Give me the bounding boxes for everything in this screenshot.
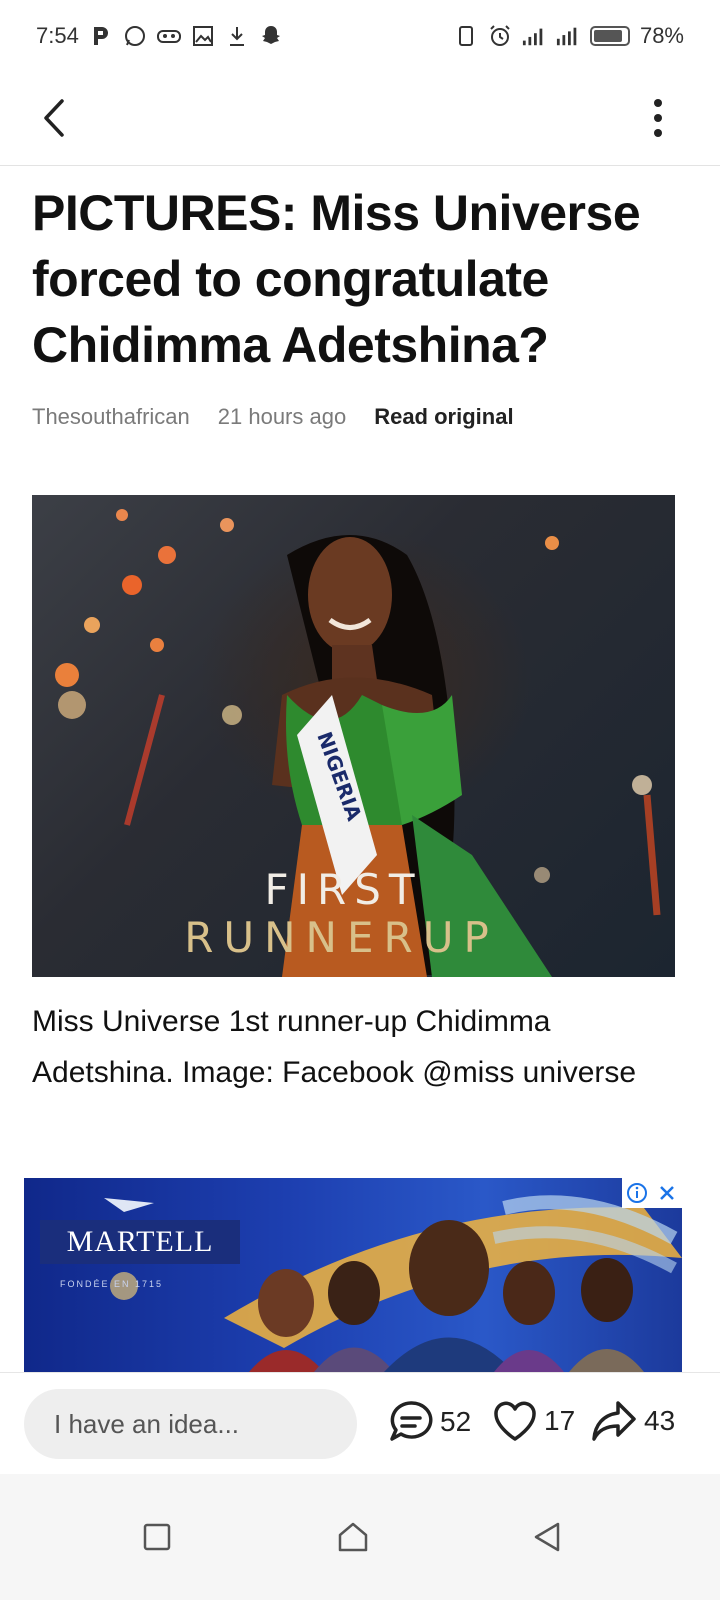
ad-brand-logo: MARTELL bbox=[40, 1220, 240, 1264]
gamepad-icon bbox=[156, 24, 181, 48]
ad-brand-sub: FONDÉE EN 1715 bbox=[60, 1279, 164, 1289]
article-hero-image[interactable]: NIGERIA FIRST RUNNERUP bbox=[32, 495, 675, 977]
alarm-icon bbox=[488, 24, 512, 48]
article-title: PICTURES: Miss Universe forced to congra… bbox=[32, 185, 641, 373]
clock: 7:54 bbox=[36, 23, 79, 48]
info-icon[interactable] bbox=[625, 1181, 649, 1205]
comment-input[interactable]: I have an idea... bbox=[24, 1389, 357, 1459]
like-button[interactable]: 17 bbox=[492, 1399, 575, 1443]
status-bar-left: 7:54 bbox=[36, 23, 283, 49]
share-button[interactable]: 43 bbox=[590, 1399, 675, 1443]
shares-count: 43 bbox=[644, 1405, 676, 1436]
pocket-icon bbox=[89, 24, 113, 48]
recent-apps-button[interactable] bbox=[132, 1512, 182, 1562]
image-overlay-runnerup: RUNNERUP bbox=[184, 913, 499, 962]
article-time: 21 hours ago bbox=[217, 404, 347, 429]
comments-count: 52 bbox=[440, 1406, 472, 1437]
heart-icon bbox=[494, 1401, 536, 1441]
comment-icon bbox=[390, 1401, 433, 1441]
more-vertical-icon bbox=[654, 99, 662, 137]
snapchat-icon bbox=[259, 24, 283, 48]
system-navigation-bar bbox=[0, 1474, 720, 1600]
whatsapp-icon bbox=[123, 24, 147, 48]
battery-icon bbox=[589, 26, 630, 46]
gallery-icon bbox=[191, 24, 215, 48]
back-triangle-icon bbox=[534, 1522, 560, 1552]
likes-count: 17 bbox=[544, 1405, 576, 1436]
more-options-button[interactable] bbox=[638, 94, 678, 142]
app-bar bbox=[0, 72, 720, 166]
ad-controls bbox=[622, 1178, 682, 1208]
status-bar: 7:54 78% bbox=[0, 0, 720, 72]
read-original-link[interactable]: Read original bbox=[374, 404, 513, 430]
battery-percent: 78% bbox=[639, 23, 684, 48]
comments-button[interactable]: 52 bbox=[388, 1399, 471, 1445]
recent-apps-icon bbox=[143, 1523, 171, 1551]
status-bar-right: 78% bbox=[454, 23, 684, 49]
close-icon[interactable] bbox=[655, 1181, 679, 1205]
home-icon bbox=[338, 1522, 368, 1552]
image-overlay-first: FIRST bbox=[264, 865, 423, 914]
share-arrow-icon bbox=[592, 1401, 636, 1441]
signal-icon-2 bbox=[556, 24, 580, 48]
image-caption: Miss Universe 1st runner-up Chidimma Ade… bbox=[32, 1005, 637, 1089]
back-button[interactable] bbox=[30, 94, 78, 142]
home-button[interactable] bbox=[328, 1512, 378, 1562]
article-meta: Thesouthafrican 21 hours ago Read origin… bbox=[32, 404, 514, 430]
advertisement[interactable]: MARTELL FONDÉE EN 1715 bbox=[24, 1178, 682, 1372]
system-back-button[interactable] bbox=[522, 1512, 572, 1562]
download-icon bbox=[225, 24, 249, 48]
bottom-action-bar: I have an idea... 52 17 43 bbox=[0, 1372, 720, 1474]
ad-artwork bbox=[104, 1195, 682, 1372]
article-source[interactable]: Thesouthafrican bbox=[32, 404, 190, 430]
vibrate-icon bbox=[454, 24, 478, 48]
chevron-left-icon bbox=[44, 99, 64, 137]
signal-icon bbox=[522, 24, 546, 48]
